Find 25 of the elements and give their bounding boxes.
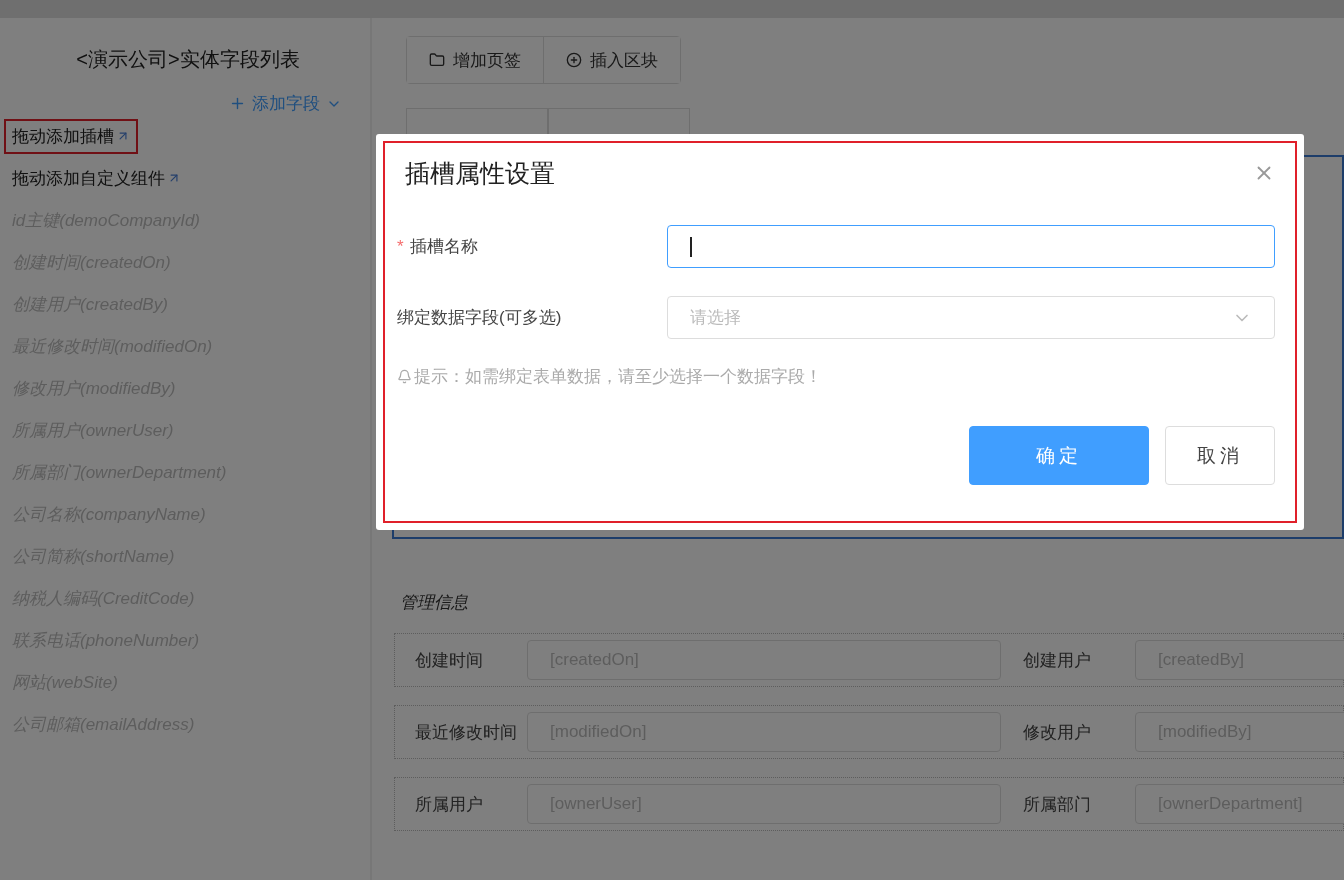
cancel-button[interactable]: 取消	[1165, 426, 1275, 485]
bell-icon	[397, 369, 412, 384]
hint-text: 提示：如需绑定表单数据，请至少选择一个数据字段！	[414, 366, 822, 388]
sidebar-title: <演示公司>实体字段列表	[75, 47, 301, 72]
section-title: 管理信息	[400, 592, 469, 614]
folder-icon	[429, 52, 445, 68]
input-field[interactable]	[667, 225, 1275, 268]
plus-icon	[229, 95, 246, 112]
select-field[interactable]: 请选择	[667, 296, 1275, 339]
plus-circle-icon	[566, 52, 582, 68]
field-label: 创建时间	[415, 649, 484, 672]
dialog-title: 插槽属性设置	[405, 157, 555, 189]
form-label: * 插槽名称	[397, 236, 479, 258]
field-list-item[interactable]: 拖动添加自定义组件	[6, 162, 187, 194]
field-label: 所属部门	[1023, 793, 1092, 816]
text-cursor	[690, 236, 692, 257]
form-label: 绑定数据字段(可多选)	[397, 307, 563, 329]
confirm-button[interactable]: 确定	[969, 426, 1149, 485]
field-label: 修改用户	[1023, 721, 1092, 744]
toolbar-button[interactable]: 增加页签	[407, 37, 544, 83]
field-list-item[interactable]: 拖动添加插槽	[6, 120, 136, 152]
field-label: 创建用户	[1023, 649, 1092, 672]
field-label: 最近修改时间	[415, 721, 518, 744]
field-label: 所属用户	[415, 793, 484, 816]
add-field-button[interactable]: 添加字段	[229, 92, 342, 115]
